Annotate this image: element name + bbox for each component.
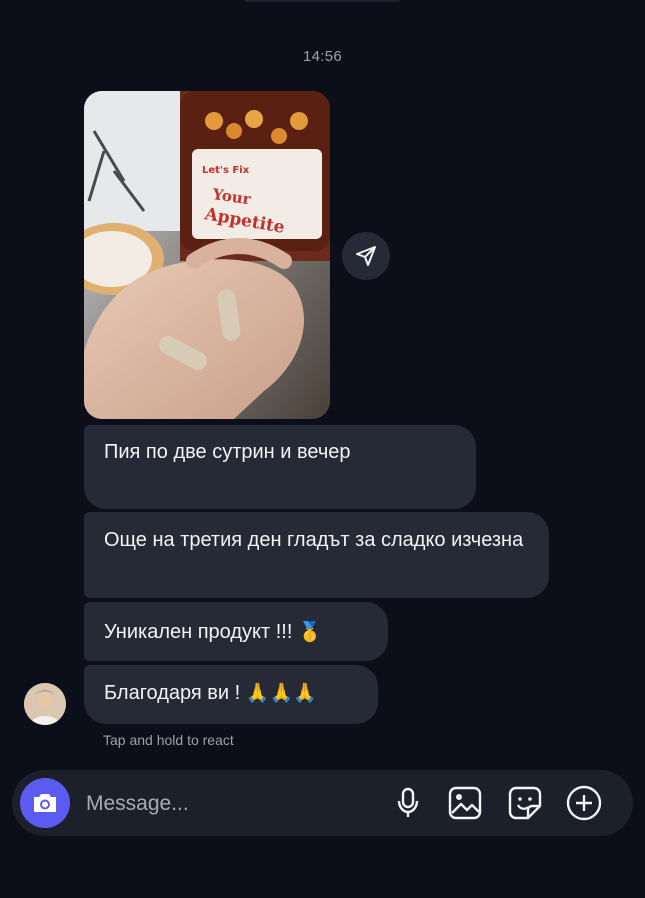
top-handle	[243, 0, 401, 2]
product-photo: Let's Fix Your Appetite	[84, 91, 330, 419]
gallery-button[interactable]	[447, 785, 483, 821]
sticker-icon	[508, 786, 542, 820]
message-bubble[interactable]: Уникален продукт !!! 🥇	[84, 602, 388, 661]
share-button[interactable]	[342, 232, 390, 280]
plus-icon	[566, 785, 602, 821]
message-bubble[interactable]: Благодаря ви ! 🙏🙏🙏	[84, 665, 378, 724]
message-timestamp: 14:56	[302, 48, 343, 65]
microphone-icon	[397, 787, 419, 817]
add-button[interactable]	[566, 785, 602, 821]
react-hint: Tap and hold to react	[103, 732, 234, 748]
camera-button[interactable]	[20, 778, 70, 828]
photo-brand-text: Let's Fix	[202, 165, 250, 176]
photo-message[interactable]: Let's Fix Your Appetite	[84, 91, 330, 419]
camera-icon	[34, 794, 56, 812]
message-text: Уникален продукт !!!	[104, 621, 293, 643]
message-bubble[interactable]: Още на третия ден гладът за сладко изчез…	[84, 512, 549, 598]
sticker-button[interactable]	[507, 785, 543, 821]
avatar[interactable]	[24, 683, 66, 725]
message-text: Още на третия ден гладът за сладко изчез…	[104, 529, 524, 551]
message-text: Пия по две сутрин и вечер	[104, 441, 351, 463]
message-text: Благодаря ви !	[104, 682, 241, 704]
medal-emoji: 🥇	[297, 621, 322, 643]
avatar-image	[24, 683, 66, 725]
message-composer	[12, 770, 633, 836]
message-input[interactable]	[84, 787, 378, 821]
message-bubble[interactable]: Пия по две сутрин и вечер	[84, 425, 476, 509]
pray-emoji: 🙏🙏🙏	[245, 682, 317, 704]
share-icon	[356, 246, 376, 266]
microphone-button[interactable]	[390, 785, 426, 821]
gallery-icon	[448, 786, 482, 820]
